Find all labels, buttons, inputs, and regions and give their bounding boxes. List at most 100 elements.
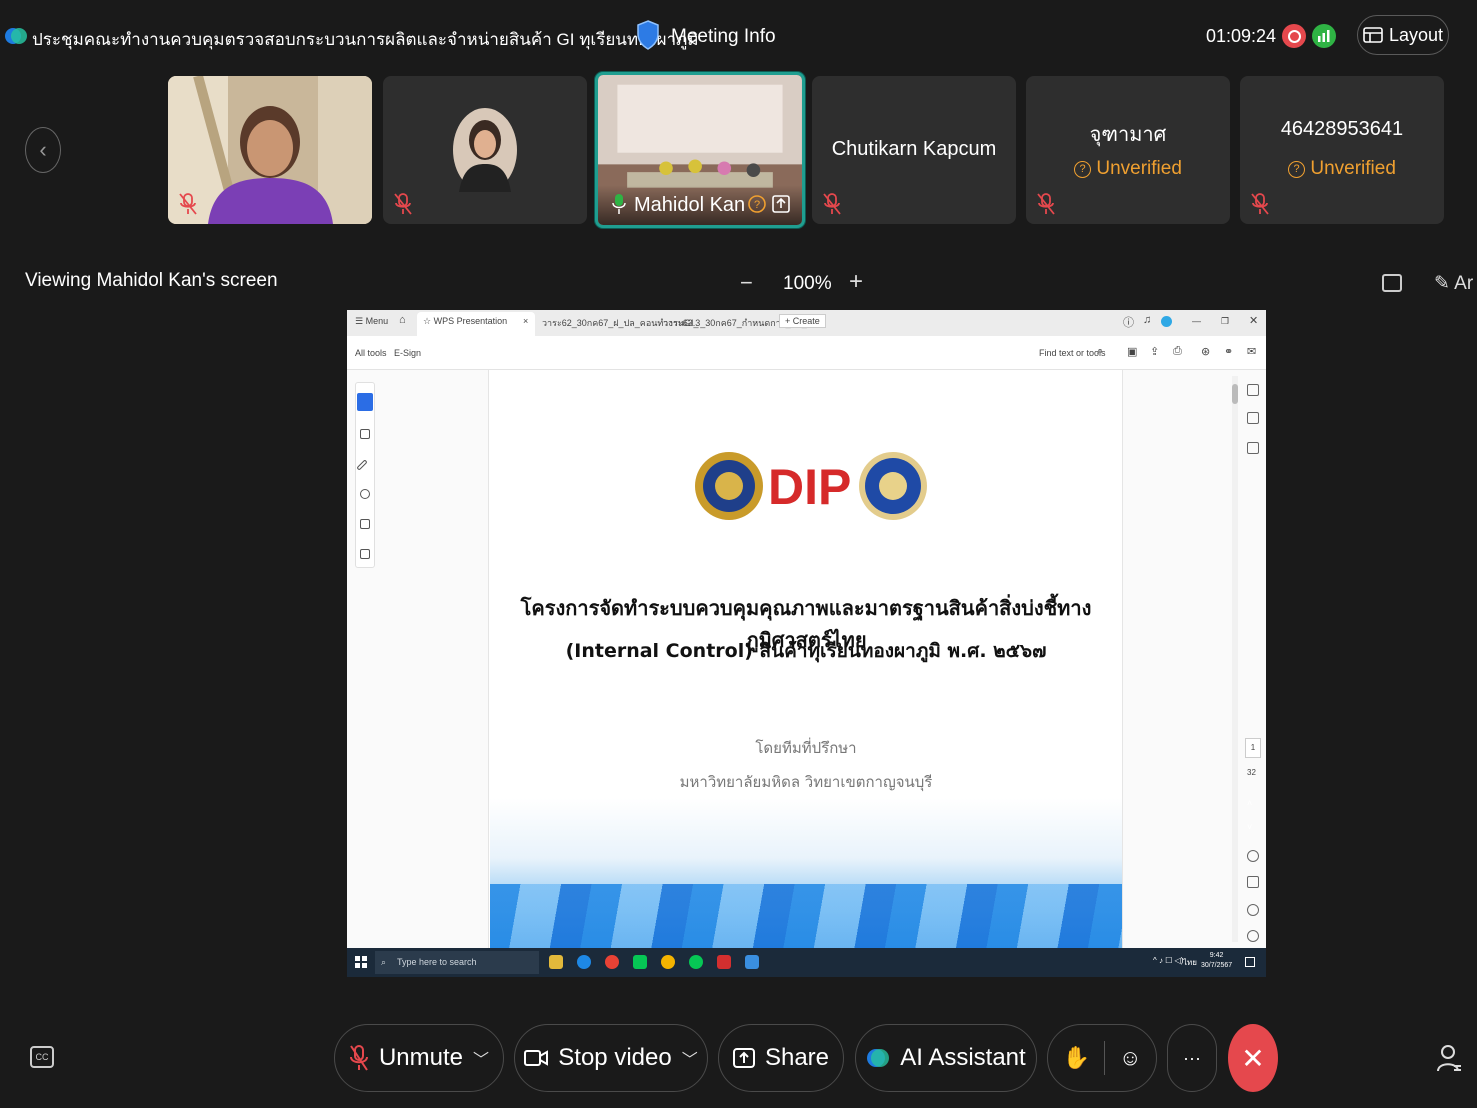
upload-icon[interactable]: ⇪ (1150, 345, 1159, 358)
unverified-badge: ? Unverified (1026, 158, 1230, 180)
share-button[interactable]: Share (718, 1024, 844, 1092)
print-icon[interactable]: ⎙ (1173, 345, 1182, 358)
find-input[interactable]: Find text or tools (1039, 348, 1106, 358)
search-icon[interactable]: ⌕ (1097, 345, 1103, 358)
file-explorer-icon[interactable] (549, 955, 563, 969)
participant-tile-chutikarn[interactable]: Chutikarn Kapcum (812, 76, 1016, 224)
tab-label: WPS Presentation (433, 316, 508, 326)
pages-icon[interactable] (1247, 442, 1259, 454)
language-indicator[interactable]: ไทย (1183, 956, 1197, 969)
recording-icon[interactable] (1282, 24, 1306, 48)
document-page[interactable]: DIP โครงการจัดทำระบบควบคุมคุณภาพและมาตรฐ… (490, 370, 1122, 948)
scroll-thumb[interactable] (1232, 384, 1238, 404)
line-alt-icon[interactable] (689, 955, 703, 969)
more-options-button[interactable]: ··· (1167, 1024, 1217, 1092)
zoom-out-icon[interactable] (1247, 930, 1259, 942)
network-health-icon[interactable] (1312, 24, 1336, 48)
participants-icon[interactable] (1436, 1044, 1462, 1072)
search-icon: ⌕ (381, 957, 387, 967)
line-icon[interactable] (633, 955, 647, 969)
screen-options-icon[interactable] (1382, 274, 1402, 292)
bell-icon[interactable]: ♫ (1143, 314, 1151, 326)
current-page-input[interactable]: 1 (1245, 738, 1261, 758)
close-icon[interactable]: × (523, 316, 528, 326)
chevron-down-icon[interactable]: ﹀ (682, 1046, 698, 1070)
participant-tile-camera[interactable] (168, 76, 372, 224)
email-icon[interactable]: ✉ (1247, 345, 1256, 358)
share-label: Share (764, 1044, 830, 1071)
comment-tool-icon[interactable] (360, 429, 370, 439)
pen-tool-icon[interactable] (356, 459, 368, 471)
link-icon[interactable]: ⚭ (1224, 345, 1233, 358)
participant-tile-juthamas[interactable]: จุฑามาศ ? Unverified (1026, 76, 1230, 224)
unmute-button[interactable]: Unmute ﹀ (334, 1024, 504, 1092)
page-fit-icon[interactable] (1247, 876, 1259, 888)
closed-captions-button[interactable]: CC (30, 1046, 54, 1068)
raise-hand-icon[interactable]: ✋ (1063, 1045, 1090, 1071)
chrome-icon[interactable] (605, 955, 619, 969)
esign-button[interactable]: E-Sign (394, 348, 421, 358)
help-icon[interactable]: ⓘ (1123, 314, 1134, 330)
share-link-icon[interactable]: ⊛ (1201, 345, 1210, 358)
document-subtitle-line2: มหาวิทยาลัยมหิดล วิทยาเขตกาญจนบุรี (679, 773, 933, 791)
shield-icon[interactable] (636, 20, 660, 50)
all-tools-button[interactable]: All tools (355, 348, 387, 358)
taskbar-search-input[interactable]: ⌕ Type here to search (375, 951, 539, 974)
home-icon[interactable]: ⌂ (399, 314, 406, 326)
participant-tile-avatar[interactable] (383, 76, 587, 224)
tab-wps-presentation[interactable]: ☆ WPS Presentation (423, 316, 507, 327)
layout-button[interactable]: Layout (1357, 15, 1449, 55)
sign-tool-icon[interactable] (360, 549, 370, 559)
logos: DIP (695, 452, 927, 520)
select-tool-icon[interactable] (357, 393, 373, 411)
menu-button[interactable]: ☰ Menu (355, 316, 388, 327)
taskbar-clock[interactable]: 9:42 30/7/2567 (1201, 951, 1232, 971)
windows-start-icon[interactable] (355, 956, 367, 968)
comment-panel-icon[interactable] (1247, 384, 1259, 396)
chevron-down-icon[interactable]: ﹀ (473, 1046, 489, 1070)
chrome-alt-icon[interactable] (661, 955, 675, 969)
unverified-icon: ? (748, 195, 766, 213)
sharing-icon (772, 195, 790, 213)
stop-video-button[interactable]: Stop video ﹀ (514, 1024, 708, 1092)
unverified-badge: ? Unverified (1240, 158, 1444, 180)
user-avatar[interactable] (1161, 316, 1172, 327)
tray-icons[interactable]: ^ ♪ ☐ ◁) (1153, 956, 1183, 965)
muted-mic-icon (1251, 193, 1269, 215)
zoom-out-button[interactable]: − (740, 270, 753, 296)
rotate-icon[interactable] (1247, 850, 1259, 862)
app-icon[interactable] (745, 955, 759, 969)
zoom-in-button[interactable]: + (849, 268, 863, 296)
restore-icon[interactable]: ❐ (1221, 316, 1229, 327)
save-icon[interactable]: ▣ (1127, 345, 1137, 358)
minimize-icon[interactable]: — (1192, 316, 1201, 326)
leave-meeting-button[interactable]: ✕ (1228, 1024, 1278, 1092)
unverified-label: Unverified (1310, 158, 1396, 179)
unverified-icon: ? (1288, 161, 1306, 178)
notification-icon[interactable] (1245, 957, 1255, 967)
bookmark-icon[interactable] (1247, 412, 1259, 424)
participant-video (168, 76, 372, 224)
reactions-icon[interactable]: ☺ (1119, 1045, 1141, 1071)
share-screen-icon (732, 1048, 755, 1068)
annotate-button[interactable]: ✎ Ar (1434, 272, 1473, 295)
participant-tile-active-speaker[interactable]: Mahidol Kan ? (595, 72, 805, 228)
close-window-icon[interactable]: ✕ (1249, 314, 1258, 327)
vertical-toolbar (355, 382, 375, 568)
edge-icon[interactable] (577, 955, 591, 969)
shared-screen[interactable]: ☰ Menu ⌂ ☆ WPS Presentation × วาระ62_30ก… (347, 310, 1266, 977)
document-subtitle-line1: โดยทีมที่ปรึกษา (755, 739, 857, 757)
zoom-in-icon[interactable] (1247, 904, 1259, 916)
page-down-icon[interactable]: ˅ (1247, 822, 1259, 834)
vertical-scrollbar[interactable] (1232, 376, 1238, 942)
ai-assistant-button[interactable]: AI Assistant (855, 1024, 1037, 1092)
create-tab-button[interactable]: + Create (779, 314, 826, 328)
participant-tile-phone[interactable]: 46428953641 ? Unverified (1240, 76, 1444, 224)
pdf-app-icon[interactable] (717, 955, 731, 969)
meeting-info-button[interactable]: Meeting Info (671, 26, 776, 48)
windows-taskbar: ⌕ Type here to search ^ ♪ ☐ ◁) ไทย 9:42 … (347, 948, 1266, 977)
lasso-tool-icon[interactable] (360, 489, 370, 499)
page-up-icon[interactable]: ˄ (1247, 798, 1259, 810)
previous-participants-button[interactable]: ‹ (25, 127, 61, 173)
text-tool-icon[interactable] (360, 519, 370, 529)
